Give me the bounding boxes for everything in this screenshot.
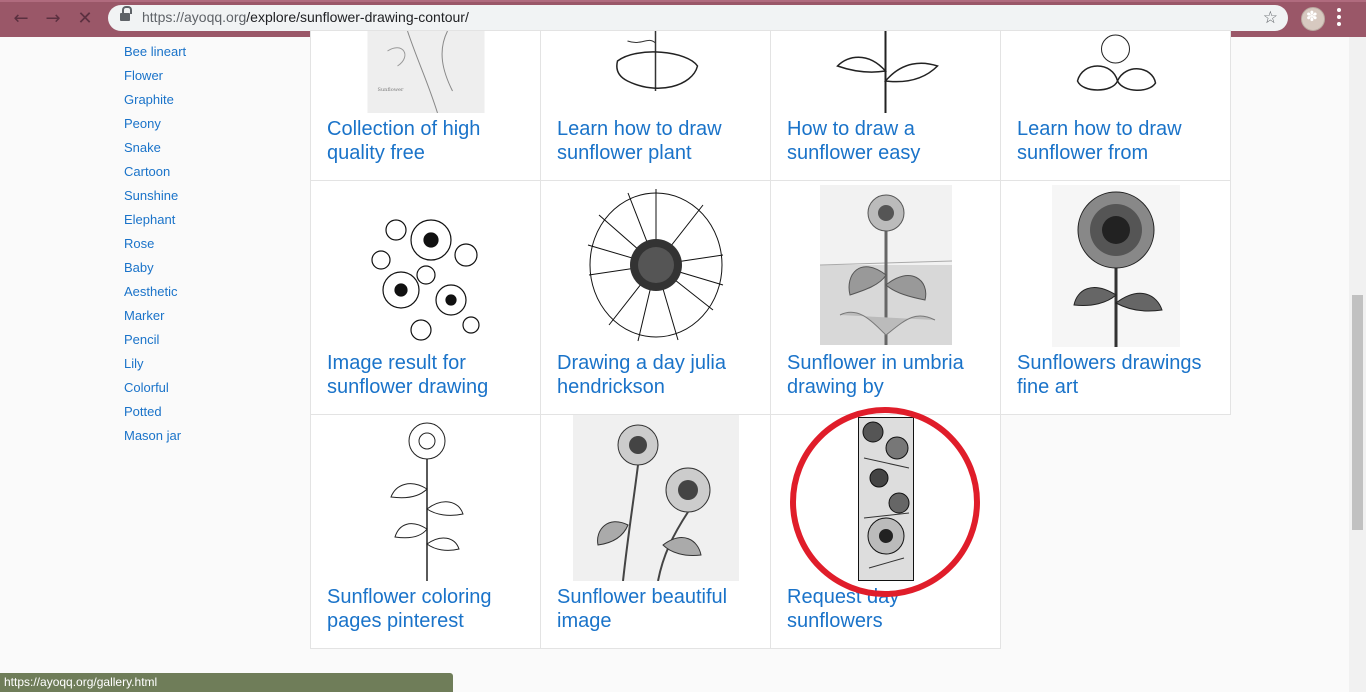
sidebar-link-peony[interactable]: Peony xyxy=(124,114,186,138)
gallery-card[interactable]: Sunflower in umbria drawing by xyxy=(770,180,1001,415)
stop-loading-icon[interactable]: ✕ xyxy=(74,8,96,30)
back-icon[interactable]: ← xyxy=(10,8,32,30)
card-thumbnail: Sunflower xyxy=(367,31,484,113)
card-thumbnail xyxy=(360,419,491,581)
card-thumbnail xyxy=(582,185,729,345)
sidebar-link-cartoon[interactable]: Cartoon xyxy=(124,162,186,186)
card-title[interactable]: Learn how to draw sunflower from xyxy=(1017,117,1220,165)
sidebar-link-baby[interactable]: Baby xyxy=(124,258,186,282)
card-thumbnail xyxy=(819,185,952,345)
card-thumbnail xyxy=(1051,185,1180,347)
card-thumbnail xyxy=(360,185,491,347)
card-title[interactable]: Sunflower beautiful image xyxy=(557,585,760,633)
browser-menu-icon[interactable] xyxy=(1337,8,1343,30)
profile-avatar[interactable] xyxy=(1301,7,1325,31)
gallery-card[interactable]: Learn how to draw sunflower from xyxy=(1000,30,1231,181)
url-text[interactable]: https://ayoqq.org/explore/sunflower-draw… xyxy=(142,9,469,25)
card-title[interactable]: Learn how to draw sunflower plant xyxy=(557,117,760,165)
card-title[interactable]: Drawing a day julia hendrickson xyxy=(557,351,760,399)
url-host: https://ayoqq.org xyxy=(142,9,247,25)
sidebar-link-colorful[interactable]: Colorful xyxy=(124,378,186,402)
card-title[interactable]: Sunflower in umbria drawing by xyxy=(787,351,990,399)
svg-text:Sunflower: Sunflower xyxy=(377,87,403,93)
gallery-card[interactable]: How to draw a sunflower easy xyxy=(770,30,1001,181)
sidebar-link-rose[interactable]: Rose xyxy=(124,234,186,258)
sidebar-link-sunshine[interactable]: Sunshine xyxy=(124,186,186,210)
gallery-card[interactable]: Learn how to draw sunflower plant xyxy=(540,30,771,181)
gallery-card[interactable]: Sunflowers drawings fine art xyxy=(1000,180,1231,415)
card-thumbnail xyxy=(597,31,714,113)
gallery-card[interactable]: Sunflower coloring pages pinterest xyxy=(310,414,541,649)
bookmark-star-icon[interactable]: ☆ xyxy=(1263,7,1278,29)
gallery-card[interactable]: Sunflower beautiful image xyxy=(540,414,771,649)
gallery-card[interactable]: Sunflower Collection of high quality fre… xyxy=(310,30,541,181)
sidebar-link-potted[interactable]: Potted xyxy=(124,402,186,426)
sidebar-link-aesthetic[interactable]: Aesthetic xyxy=(124,282,186,306)
sidebar-link-flower[interactable]: Flower xyxy=(124,66,186,90)
sidebar-link-marker[interactable]: Marker xyxy=(124,306,186,330)
link-status-bar: https://ayoqq.org/gallery.html xyxy=(0,673,453,692)
sidebar-link-pencil[interactable]: Pencil xyxy=(124,330,186,354)
card-title[interactable]: Collection of high quality free xyxy=(327,117,530,165)
highlight-circle xyxy=(790,407,980,597)
gallery-card[interactable]: Drawing a day julia hendrickson xyxy=(540,180,771,415)
address-bar[interactable]: https://ayoqq.org/explore/sunflower-draw… xyxy=(108,5,1288,31)
sidebar-link-graphite[interactable]: Graphite xyxy=(124,90,186,114)
card-thumbnail xyxy=(572,415,739,581)
toolbar-accent xyxy=(0,0,1366,2)
sidebar-link-lily[interactable]: Lily xyxy=(124,354,186,378)
category-sidebar: Bee lineart Flower Graphite Peony Snake … xyxy=(124,42,186,450)
card-title[interactable]: Image result for sunflower drawing xyxy=(327,351,530,399)
sidebar-link-mason-jar[interactable]: Mason jar xyxy=(124,426,186,450)
card-title[interactable]: Sunflower coloring pages pinterest xyxy=(327,585,530,633)
sidebar-link-snake[interactable]: Snake xyxy=(124,138,186,162)
card-title[interactable]: Sunflowers drawings fine art xyxy=(1017,351,1220,399)
card-thumbnail xyxy=(1057,31,1174,113)
url-path: /explore/sunflower-drawing-contour/ xyxy=(246,9,469,25)
sidebar-link-bee-lineart[interactable]: Bee lineart xyxy=(124,42,186,66)
lock-icon xyxy=(120,6,132,21)
gallery-card[interactable]: Image result for sunflower drawing xyxy=(310,180,541,415)
sidebar-link-elephant[interactable]: Elephant xyxy=(124,210,186,234)
card-title[interactable]: How to draw a sunflower easy xyxy=(787,117,990,165)
forward-icon[interactable]: → xyxy=(42,8,64,30)
card-thumbnail xyxy=(827,31,944,113)
scrollbar-thumb[interactable] xyxy=(1352,295,1363,530)
